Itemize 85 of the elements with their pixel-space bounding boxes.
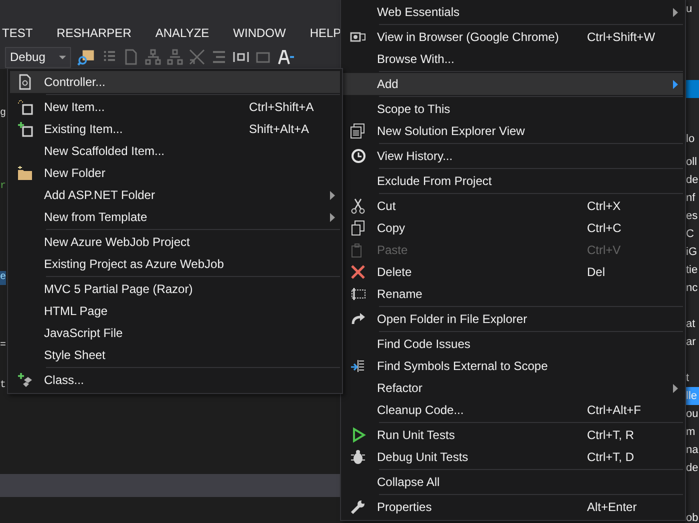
menu-item[interactable]: Copy Ctrl+C xyxy=(343,217,683,239)
rename-icon xyxy=(350,286,366,302)
tree-item[interactable]: C xyxy=(685,225,699,243)
document-icon xyxy=(17,74,33,90)
menu-item[interactable]: Add ASP.NET Folder xyxy=(10,184,340,206)
menu-item[interactable]: Collapse All xyxy=(343,471,683,493)
menu-item[interactable]: Controller... xyxy=(10,71,340,93)
menu-item[interactable]: Class... xyxy=(10,369,340,391)
panel-text: u xyxy=(685,2,694,17)
menu-item[interactable]: Refactor xyxy=(343,377,683,399)
tree-item[interactable]: nf xyxy=(685,189,699,207)
add-item-icon xyxy=(17,121,33,137)
menu-item[interactable]: Existing Item... Shift+Alt+A xyxy=(10,118,340,140)
menu-item[interactable]: Open Folder in File Explorer xyxy=(343,308,683,330)
curved-arrow-icon xyxy=(350,311,366,327)
code-text: r xyxy=(0,180,6,194)
menu-item[interactable]: View History... xyxy=(343,145,683,167)
tree-item[interactable]: ob xyxy=(685,509,699,523)
menu-item[interactable]: Web Essentials xyxy=(343,1,683,23)
tree-item[interactable]: ar xyxy=(685,333,699,351)
configuration-dropdown[interactable]: Debug xyxy=(5,46,71,68)
tree-item[interactable]: tie xyxy=(685,261,699,279)
menu-item[interactable]: Properties Alt+Enter xyxy=(343,496,683,518)
tree-item[interactable]: na xyxy=(685,441,699,459)
menu-item[interactable]: Cleanup Code... Ctrl+Alt+F xyxy=(343,399,683,421)
tree-item[interactable]: es xyxy=(685,207,699,225)
tree-item[interactable]: at xyxy=(685,315,699,333)
menu-bar-item[interactable]: HELP xyxy=(308,22,344,45)
menu-item[interactable]: New Item... Ctrl+Shift+A xyxy=(10,96,340,118)
scissors-icon xyxy=(350,198,366,214)
tree-item[interactable]: de xyxy=(685,459,699,477)
menu-item[interactable]: Cut Ctrl+X xyxy=(343,195,683,217)
menu-item[interactable]: Exclude From Project xyxy=(343,170,683,192)
menu-item[interactable]: New Azure WebJob Project xyxy=(10,231,340,253)
menu-item[interactable]: New Scaffolded Item... xyxy=(10,140,340,162)
menu-item[interactable]: Run Unit Tests Ctrl+T, R xyxy=(343,424,683,446)
class-icon xyxy=(17,372,33,388)
tree-item[interactable]: m xyxy=(685,423,699,441)
code-text: t xyxy=(0,379,6,393)
windows-icon xyxy=(350,123,366,139)
menu-item[interactable]: New Solution Explorer View xyxy=(343,120,683,142)
menu-item[interactable]: HTML Page xyxy=(10,300,340,322)
code-text: g xyxy=(0,107,6,121)
delete-icon xyxy=(350,264,366,280)
symbols-icon xyxy=(350,358,366,374)
folder-search-icon[interactable] xyxy=(77,48,95,66)
tree-item[interactable]: de xyxy=(685,171,699,189)
tree-item[interactable]: nc xyxy=(685,279,699,297)
history-icon xyxy=(350,148,366,164)
tree-item[interactable]: t xyxy=(685,369,699,387)
menu-bar-item[interactable]: ANALYZE xyxy=(153,22,212,45)
tree-item[interactable]: oll xyxy=(685,153,699,171)
code-text: = xyxy=(0,339,6,353)
menu-bar-item[interactable]: RESHARPER xyxy=(54,22,134,45)
bug-icon xyxy=(350,449,366,465)
column-header: lo xyxy=(685,132,696,147)
menu-item[interactable]: Find Symbols External to Scope xyxy=(343,355,683,377)
panel-header-bar xyxy=(685,80,699,98)
menu-item[interactable]: Find Code Issues xyxy=(343,333,683,355)
menu-item[interactable]: Browse With... xyxy=(343,48,683,70)
menu-item[interactable]: JavaScript File xyxy=(10,322,340,344)
menu-item[interactable]: Existing Project as Azure WebJob xyxy=(10,253,340,275)
run-icon xyxy=(350,427,366,443)
menu-item[interactable]: Style Sheet xyxy=(10,344,340,366)
tree-item[interactable]: ou xyxy=(685,405,699,423)
menu-item[interactable]: View in Browser (Google Chrome) Ctrl+Shift+W xyxy=(343,26,683,48)
menu-item[interactable]: Delete Del xyxy=(343,261,683,283)
menu-item[interactable]: MVC 5 Partial Page (Razor) xyxy=(10,278,340,300)
wrench-icon xyxy=(350,499,366,515)
dropdown-caret-icon xyxy=(59,54,66,60)
menu-item[interactable]: Debug Unit Tests Ctrl+T, D xyxy=(343,446,683,468)
menu-item[interactable]: Scope to This xyxy=(343,98,683,120)
code-text: e xyxy=(0,271,6,285)
menu-bar-item[interactable]: WINDOW xyxy=(231,22,288,45)
toolbar-icon[interactable] xyxy=(233,49,249,65)
tree-item[interactable]: iG xyxy=(685,243,699,261)
menu-item[interactable]: Rename xyxy=(343,283,683,305)
folder-icon xyxy=(17,165,33,181)
copy-icon xyxy=(350,220,366,236)
font-size-icon[interactable] xyxy=(277,49,295,65)
menu-bar-item[interactable]: TEST xyxy=(0,22,35,45)
new-item-icon xyxy=(17,99,33,115)
menu-item[interactable]: Add xyxy=(343,73,683,95)
menu-item[interactable]: New Folder xyxy=(10,162,340,184)
menu-item[interactable]: New from Template xyxy=(10,206,340,228)
